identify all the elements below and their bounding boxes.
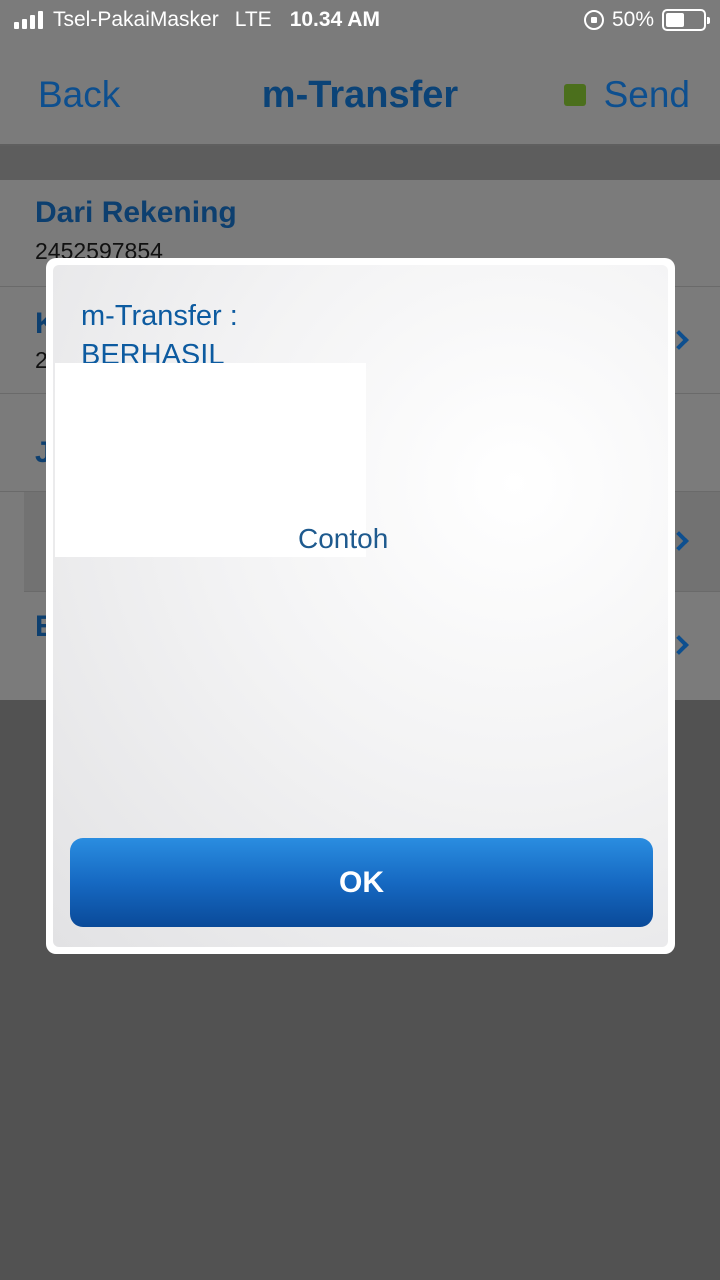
battery-icon [662,9,710,31]
signal-strength-icon [14,11,43,29]
send-group[interactable]: Send [563,74,690,116]
battery-percent: 50% [611,8,654,31]
section-separator [0,146,720,180]
sample-text: Contoh [298,523,389,554]
status-bar: Tsel-PakaiMasker LTE 10.34 AM 50% [0,0,720,40]
from-account-label: Dari Rekening [35,196,237,229]
nav-bar: Back m-Transfer Send [0,40,720,146]
screen: Tsel-PakaiMasker LTE 10.34 AM 50% Back m… [0,0,720,1280]
ok-button[interactable]: OK [70,838,653,927]
dialog-body: m-Transfer : BERHASIL Contoh OK [53,265,668,947]
rotation-lock-icon [583,10,604,30]
result-dialog: m-Transfer : BERHASIL Contoh OK [46,258,675,954]
send-status-indicator [563,84,586,106]
send-button[interactable]: Send [604,74,690,116]
dialog-title-line1: m-Transfer : [81,300,238,332]
carrier-name: Tsel-PakaiMasker [53,8,219,31]
battery-fill [666,13,684,27]
network-type: LTE [234,8,272,31]
status-time: 10.34 AM [289,8,380,31]
status-right: 50% [583,0,710,40]
